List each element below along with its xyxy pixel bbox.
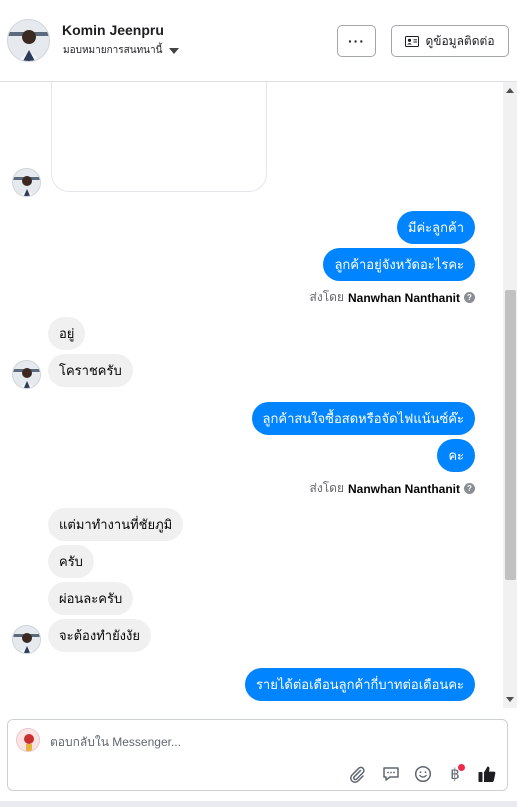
sent-by-agent: Nanwhan Nanthanit: [347, 481, 460, 496]
image-attachment-bubble[interactable]: [51, 82, 267, 192]
customer-avatar-small: [12, 168, 41, 197]
chat-scrollbar[interactable]: [503, 82, 517, 708]
incoming-message[interactable]: โคราชครับ: [48, 354, 133, 387]
more-options-button[interactable]: ···: [337, 25, 376, 57]
sent-by-agent: Nanwhan Nanthanit: [347, 290, 460, 305]
thumbs-up-icon[interactable]: [476, 763, 498, 785]
incoming-message[interactable]: จะต้องทำยังงัย: [48, 619, 151, 652]
outgoing-message[interactable]: คะ: [437, 439, 475, 472]
assign-conversation-dropdown[interactable]: มอบหมายการสนทนานี้: [63, 43, 180, 58]
incoming-message[interactable]: แต่มาทำงานที่ชัยภูมิ: [48, 508, 184, 541]
contact-card-icon: [405, 35, 420, 47]
outgoing-message[interactable]: รายได้ต่อเดือนลูกค้ากี่บาทต่อเดือนคะ: [244, 668, 475, 701]
scroll-up-icon[interactable]: [506, 88, 514, 93]
help-icon[interactable]: ?: [464, 292, 475, 303]
customer-avatar-small: [12, 360, 41, 389]
sent-by-label: ส่งโดย Nanwhan Nanthanit ?: [310, 288, 475, 307]
scroll-down-icon[interactable]: [506, 697, 514, 702]
outgoing-message[interactable]: ลูกค้าสนใจซื้อสดหรือจัดไฟแน้นซ์ค๊ะ: [251, 402, 475, 435]
incoming-message[interactable]: อยู่: [48, 317, 86, 350]
sent-by-prefix: ส่งโดย: [309, 290, 344, 304]
outgoing-message[interactable]: มีค่ะลูกค้า: [396, 211, 475, 244]
sent-by-label: ส่งโดย Nanwhan Nanthanit ?: [310, 479, 475, 498]
notification-dot: [458, 764, 465, 771]
window-bottom-edge: [0, 801, 517, 807]
caret-down-icon: [169, 47, 180, 54]
reply-composer: ฿: [7, 719, 508, 791]
paperclip-icon[interactable]: [346, 763, 368, 785]
customer-avatar-small: [12, 625, 41, 654]
smiley-icon[interactable]: [412, 763, 434, 785]
incoming-message[interactable]: ครับ: [48, 545, 94, 578]
help-icon[interactable]: ?: [464, 483, 475, 494]
message-thread[interactable]: มีค่ะลูกค้า ลูกค้าอยู่จังหวัดอะไรคะ ส่งโ…: [0, 82, 517, 708]
page-avatar: [16, 728, 40, 752]
sent-by-prefix: ส่งโดย: [309, 481, 344, 495]
view-contact-label: ดูข้อมูลติดต่อ: [425, 33, 495, 48]
assign-label: มอบหมายการสนทนานี้: [63, 45, 163, 56]
outgoing-message[interactable]: ลูกค้าอยู่จังหวัดอะไรคะ: [323, 248, 475, 281]
ellipsis-icon: ···: [348, 33, 365, 49]
view-contact-button[interactable]: ดูข้อมูลติดต่อ: [391, 25, 509, 57]
reply-input[interactable]: [50, 732, 450, 752]
customer-avatar[interactable]: [7, 19, 50, 62]
conversation-header: Komin Jeenpru มอบหมายการสนทนานี้ ··· ดูข…: [0, 0, 517, 82]
scrollbar-thumb[interactable]: [505, 290, 516, 580]
baht-icon[interactable]: ฿: [444, 763, 466, 785]
chat-bubble-icon[interactable]: [380, 763, 402, 785]
customer-name: Komin Jeenpru: [62, 22, 164, 38]
incoming-message[interactable]: ผ่อนละครับ: [48, 582, 134, 615]
